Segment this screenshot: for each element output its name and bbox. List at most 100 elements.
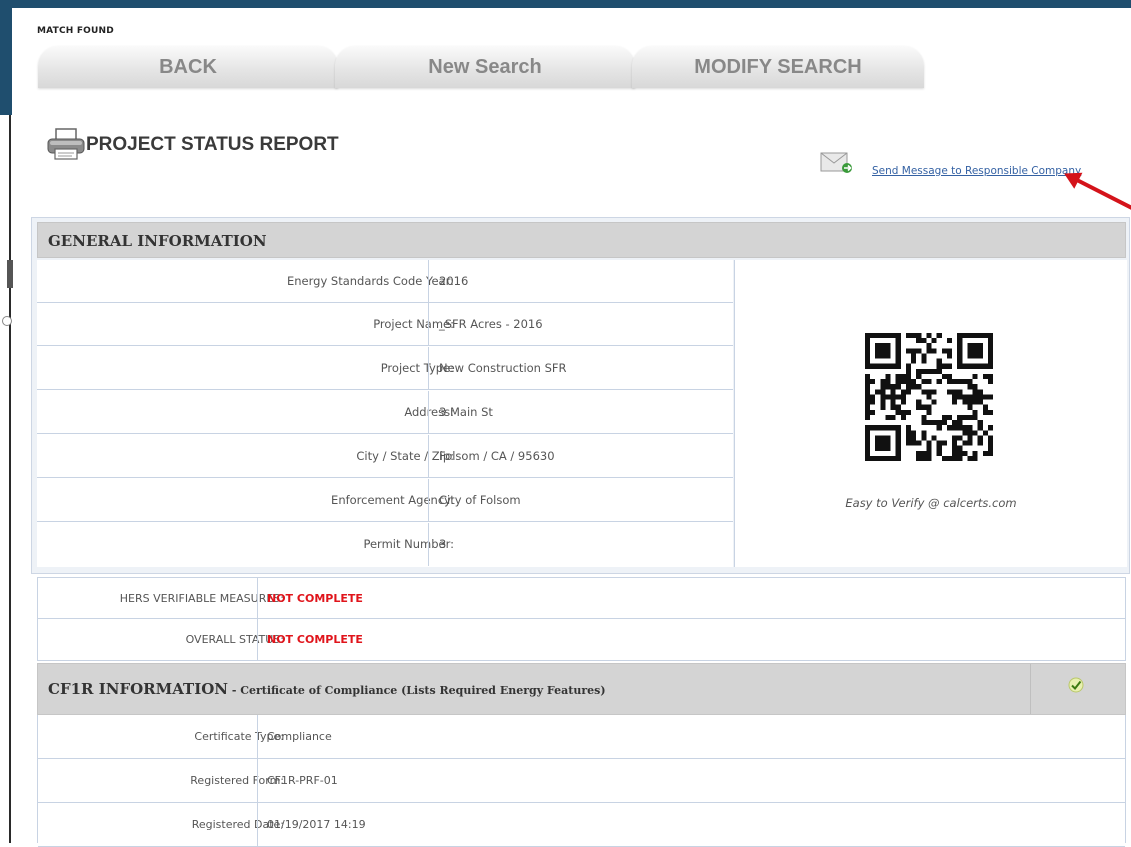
qr-module xyxy=(957,343,963,349)
qr-module xyxy=(921,404,927,410)
qr-module xyxy=(890,394,896,400)
qr-module xyxy=(921,420,927,426)
qr-module xyxy=(977,348,983,354)
qr-module xyxy=(911,430,917,436)
qr-module xyxy=(962,363,968,369)
qr-module xyxy=(880,435,886,441)
qr-module xyxy=(895,425,901,431)
qr-module xyxy=(957,455,963,461)
info-row-city-state-zip: City / State / Zip: Folsom / CA / 95630 xyxy=(37,435,733,478)
qr-module xyxy=(885,425,891,431)
info-row-permit-number: Permit Number: 3 xyxy=(37,523,733,567)
column-divider xyxy=(428,347,429,390)
qr-module xyxy=(977,440,983,446)
qr-module xyxy=(865,384,871,390)
qr-module xyxy=(926,368,932,374)
send-message-link[interactable]: Send Message to Responsible Company xyxy=(872,165,1081,177)
qr-module xyxy=(875,435,881,441)
qr-module xyxy=(962,333,968,339)
qr-module xyxy=(890,455,896,461)
qr-module xyxy=(890,404,896,410)
qr-module xyxy=(936,363,942,369)
qr-module xyxy=(972,348,978,354)
qr-module xyxy=(865,353,871,359)
qr-module xyxy=(926,389,932,395)
field-value: 01/19/2017 14:19 xyxy=(267,818,366,831)
qr-module xyxy=(952,425,958,431)
qr-module xyxy=(870,379,876,385)
qr-module xyxy=(952,450,958,456)
qr-module xyxy=(895,455,901,461)
qr-module xyxy=(865,450,871,456)
qr-module xyxy=(916,399,922,405)
qr-module xyxy=(957,450,963,456)
resize-handle[interactable] xyxy=(2,316,12,326)
qr-module xyxy=(962,440,968,446)
qr-module xyxy=(875,353,881,359)
qr-module xyxy=(885,353,891,359)
qr-module xyxy=(987,450,993,456)
match-found-label: MATCH FOUND xyxy=(37,26,114,36)
field-value: CF1R-PRF-01 xyxy=(267,774,338,787)
qr-module xyxy=(885,440,891,446)
qr-module xyxy=(865,343,871,349)
printer-icon[interactable] xyxy=(46,127,86,163)
qr-module xyxy=(921,353,927,359)
qr-module xyxy=(946,455,953,461)
qr-module xyxy=(987,343,993,349)
window-frame-left xyxy=(0,0,12,115)
envelope-icon[interactable] xyxy=(820,152,854,174)
qr-module xyxy=(977,399,983,405)
qr-module xyxy=(967,379,973,385)
qr-module xyxy=(890,389,896,395)
qr-module xyxy=(931,348,937,354)
qr-module xyxy=(952,445,958,451)
field-value: City of Folsom xyxy=(439,493,521,507)
qr-module xyxy=(936,333,942,339)
modify-search-button[interactable]: MODIFY SEARCH xyxy=(632,46,924,88)
qr-module xyxy=(875,333,881,339)
qr-module xyxy=(967,455,973,461)
qr-module xyxy=(900,394,906,400)
qr-module xyxy=(870,399,876,405)
qr-module xyxy=(900,399,906,405)
column-divider xyxy=(257,803,258,847)
qr-module xyxy=(977,353,983,359)
scroll-handle[interactable] xyxy=(7,260,13,288)
qr-code-icon[interactable] xyxy=(864,333,994,461)
qr-module xyxy=(982,394,988,400)
qr-module xyxy=(875,363,881,369)
qr-module xyxy=(916,333,922,339)
qr-module xyxy=(987,394,993,400)
qr-module xyxy=(957,420,963,426)
field-value: Compliance xyxy=(267,730,332,743)
qr-module xyxy=(865,430,871,436)
qr-module xyxy=(946,353,953,359)
qr-module xyxy=(967,430,973,436)
qr-module xyxy=(870,455,876,461)
qr-module xyxy=(972,394,978,400)
qr-module xyxy=(987,435,993,441)
qr-module xyxy=(895,409,901,415)
qr-module xyxy=(905,425,912,431)
qr-module xyxy=(967,425,973,431)
qr-module xyxy=(875,343,881,349)
qr-module xyxy=(905,440,912,446)
qr-module xyxy=(957,389,963,395)
qr-module xyxy=(865,379,871,385)
qr-module xyxy=(982,333,988,339)
qr-module xyxy=(972,409,978,415)
qr-module xyxy=(905,348,912,354)
new-search-button[interactable]: New Search xyxy=(335,46,635,88)
qr-module xyxy=(865,333,871,339)
qr-module xyxy=(962,430,968,436)
qr-module xyxy=(926,445,932,451)
qr-module xyxy=(880,343,886,349)
qr-module xyxy=(977,425,983,431)
qr-module xyxy=(946,338,953,344)
column-divider xyxy=(428,303,429,346)
qr-module xyxy=(905,379,912,385)
back-button[interactable]: BACK xyxy=(38,46,338,88)
qr-module xyxy=(982,404,988,410)
qr-module xyxy=(972,430,978,436)
